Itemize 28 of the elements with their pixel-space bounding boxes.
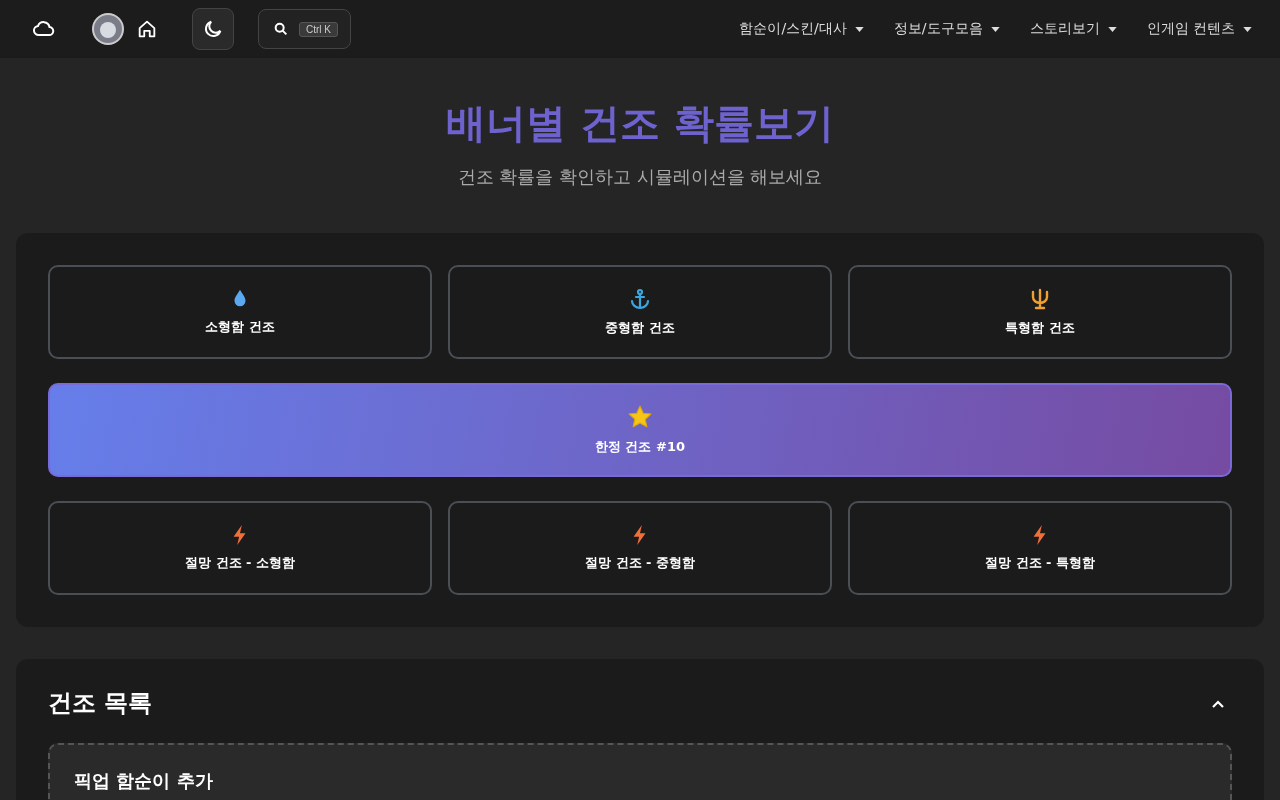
- page-subtitle: 건조 확률을 확인하고 시뮬레이션을 해보세요: [456, 165, 824, 189]
- add-pickup-title: 픽업 함순이 추가: [74, 769, 214, 793]
- search-button[interactable]: Ctrl K: [258, 9, 351, 49]
- banner-button[interactable]: 중형함 건조: [448, 265, 832, 359]
- chevron-up-icon: [1212, 699, 1224, 708]
- banner-button[interactable]: 절망 건조 - 특형함: [848, 501, 1232, 595]
- nav-menu[interactable]: 함순이/스킨/대사: [735, 14, 868, 44]
- anchor-icon: [628, 287, 652, 311]
- banner-button[interactable]: 절망 건조 - 소형함: [48, 501, 432, 595]
- nav-menu[interactable]: 인게임 컨텐츠: [1142, 14, 1256, 44]
- page-title: 배너별 건조 확률보기: [445, 99, 835, 148]
- nav-menu[interactable]: 스토리보기: [1025, 14, 1121, 44]
- banner-button[interactable]: 절망 건조 - 중형함: [448, 501, 832, 595]
- home-icon[interactable]: [136, 18, 158, 40]
- search-icon: [273, 21, 289, 37]
- section-title: 건조 목록: [48, 688, 153, 719]
- caret-icon: [1243, 26, 1252, 32]
- moon-icon: [202, 18, 224, 40]
- caret-icon: [854, 26, 864, 32]
- theme-toggle-button[interactable]: [192, 8, 234, 50]
- avatar[interactable]: [92, 13, 124, 45]
- caret-icon: [990, 26, 1000, 32]
- banner-button[interactable]: 한정 건조 #10: [48, 383, 1232, 477]
- banner-button[interactable]: 특형함 건조: [848, 265, 1232, 359]
- nav-menu[interactable]: 정보/도구모음: [889, 14, 1004, 44]
- star-icon: [627, 404, 653, 430]
- caret-icon: [1107, 26, 1117, 32]
- banner-button[interactable]: 소형함 건조: [48, 265, 432, 359]
